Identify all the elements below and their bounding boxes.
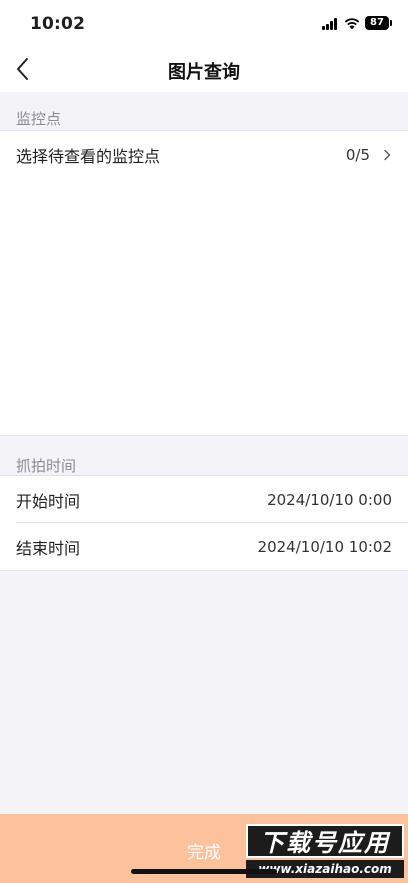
select-monitor-label: 选择待查看的监控点 — [16, 146, 161, 166]
section-header-monitor: 监控点 — [16, 110, 62, 128]
screen: 10:02 87 图片查询 监控点 选择待查看的监控点 0/5 抓拍时间 开始时… — [0, 0, 408, 883]
start-time-label: 开始时间 — [16, 491, 81, 511]
end-time-row[interactable]: 结束时间 2024/10/10 10:02 — [0, 523, 408, 570]
wifi-icon — [344, 18, 360, 30]
battery-icon: 87 — [365, 16, 392, 30]
page-title: 图片查询 — [168, 62, 240, 83]
monitor-list-area — [0, 178, 408, 435]
chevron-right-icon — [384, 149, 391, 160]
select-monitor-count: 0/5 — [345, 145, 370, 164]
divider — [0, 570, 408, 571]
end-time-value: 2024/10/10 10:02 — [257, 537, 392, 556]
end-time-label: 结束时间 — [16, 538, 81, 558]
divider — [0, 435, 408, 436]
section-header-capture-time: 抓拍时间 — [16, 457, 77, 475]
status-time: 10:02 — [30, 14, 86, 34]
start-time-value: 2024/10/10 0:00 — [267, 490, 392, 509]
nav-bar: 图片查询 — [0, 46, 408, 92]
start-time-row[interactable]: 开始时间 2024/10/10 0:00 — [0, 476, 408, 523]
cellular-signal-icon — [322, 18, 340, 30]
status-bar: 10:02 87 — [0, 0, 408, 46]
select-monitor-row[interactable]: 选择待查看的监控点 0/5 — [0, 131, 408, 178]
watermark-main-text: 下载号应用 — [246, 824, 404, 858]
home-indicator[interactable] — [131, 869, 277, 874]
